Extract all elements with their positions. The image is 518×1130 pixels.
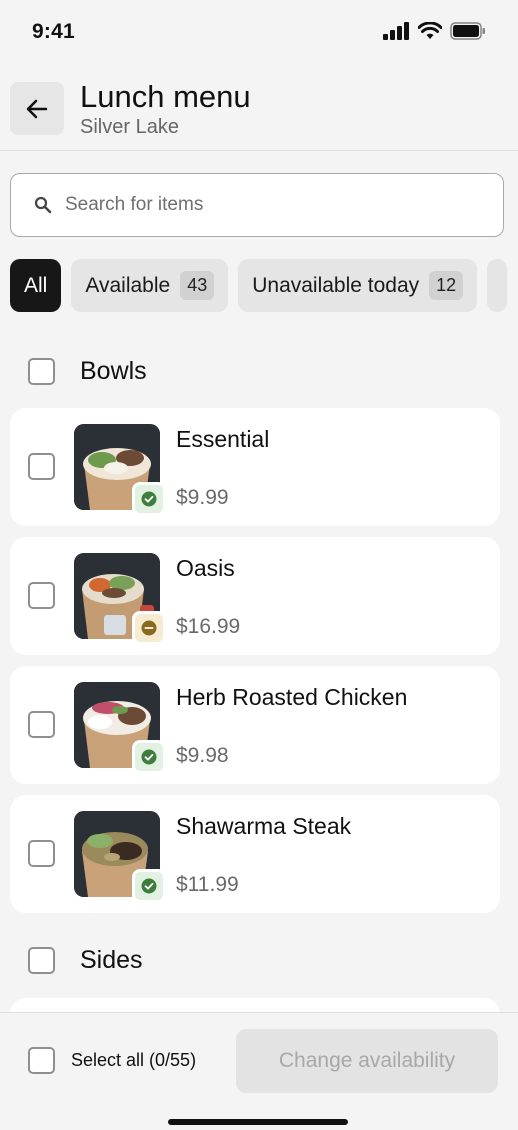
wifi-icon (418, 22, 442, 39)
section-header-sides: Sides (28, 946, 143, 975)
menu-item-card[interactable]: Herb Roasted Chicken $9.98 (10, 666, 500, 784)
menu-item-card[interactable]: Shawarma Steak $11.99 (10, 795, 500, 913)
arrow-left-icon (26, 99, 48, 118)
filter-chip-unavailable-today[interactable]: Unavailable today 12 (238, 259, 478, 312)
check-circle-icon (141, 749, 157, 765)
filter-chip-overflow[interactable] (487, 259, 508, 312)
item-price: $11.99 (176, 873, 239, 896)
item-name: Oasis (176, 555, 235, 581)
section-label: Bowls (80, 357, 147, 385)
filter-chip-label: All (24, 273, 48, 297)
status-badge (132, 869, 166, 903)
item-price: $16.99 (176, 615, 241, 638)
home-indicator (168, 1119, 348, 1125)
menu-item-card[interactable]: Essential $9.99 (10, 408, 500, 526)
filter-count-badge: 12 (429, 271, 464, 300)
item-checkbox[interactable] (28, 453, 55, 480)
item-checkbox[interactable] (28, 840, 55, 867)
status-badge (132, 611, 166, 645)
battery-icon (450, 22, 485, 40)
item-name: Herb Roasted Chicken (176, 684, 408, 710)
back-button[interactable] (10, 82, 64, 135)
section-label: Sides (80, 946, 143, 974)
filter-chip-label: Unavailable today (252, 273, 420, 297)
filter-chip-label: Available (85, 273, 171, 297)
item-price: $9.99 (176, 486, 229, 509)
section-checkbox[interactable] (28, 947, 55, 974)
search-input[interactable] (65, 194, 465, 216)
search-box[interactable] (10, 173, 504, 237)
select-all-control[interactable]: Select all (0/55) (28, 1047, 196, 1074)
bottom-action-bar: Select all (0/55) Change availability (0, 1012, 518, 1130)
filter-chip-all[interactable]: All (10, 259, 62, 312)
status-icons (383, 22, 486, 40)
search-icon (33, 195, 53, 215)
status-badge (132, 482, 166, 516)
menu-item-card[interactable]: Oasis $16.99 (10, 537, 500, 655)
select-all-label: Select all (0/55) (71, 1050, 197, 1070)
header: Lunch menu Silver Lake (0, 64, 518, 151)
filter-chips: All Available 43 Unavailable today 12 (10, 259, 518, 312)
status-bar: 9:41 (0, 0, 518, 64)
section-header-bowls: Bowls (28, 357, 147, 386)
item-checkbox[interactable] (28, 711, 55, 738)
check-circle-icon (141, 491, 157, 507)
location-subtitle: Silver Lake (80, 116, 179, 138)
select-all-checkbox[interactable] (28, 1047, 55, 1074)
item-price: $9.98 (176, 744, 229, 767)
filter-chip-available[interactable]: Available 43 (71, 259, 229, 312)
status-time: 9:41 (32, 20, 75, 43)
item-name: Essential (176, 426, 270, 452)
status-badge (132, 740, 166, 774)
change-availability-button[interactable]: Change availability (236, 1029, 498, 1093)
check-circle-icon (141, 878, 157, 894)
minus-circle-icon (141, 620, 157, 636)
item-checkbox[interactable] (28, 582, 55, 609)
item-name: Shawarma Steak (176, 813, 352, 839)
cellular-signal-icon (383, 22, 409, 40)
filter-count-badge: 43 (180, 271, 215, 300)
page-title: Lunch menu (80, 79, 251, 114)
section-checkbox[interactable] (28, 358, 55, 385)
